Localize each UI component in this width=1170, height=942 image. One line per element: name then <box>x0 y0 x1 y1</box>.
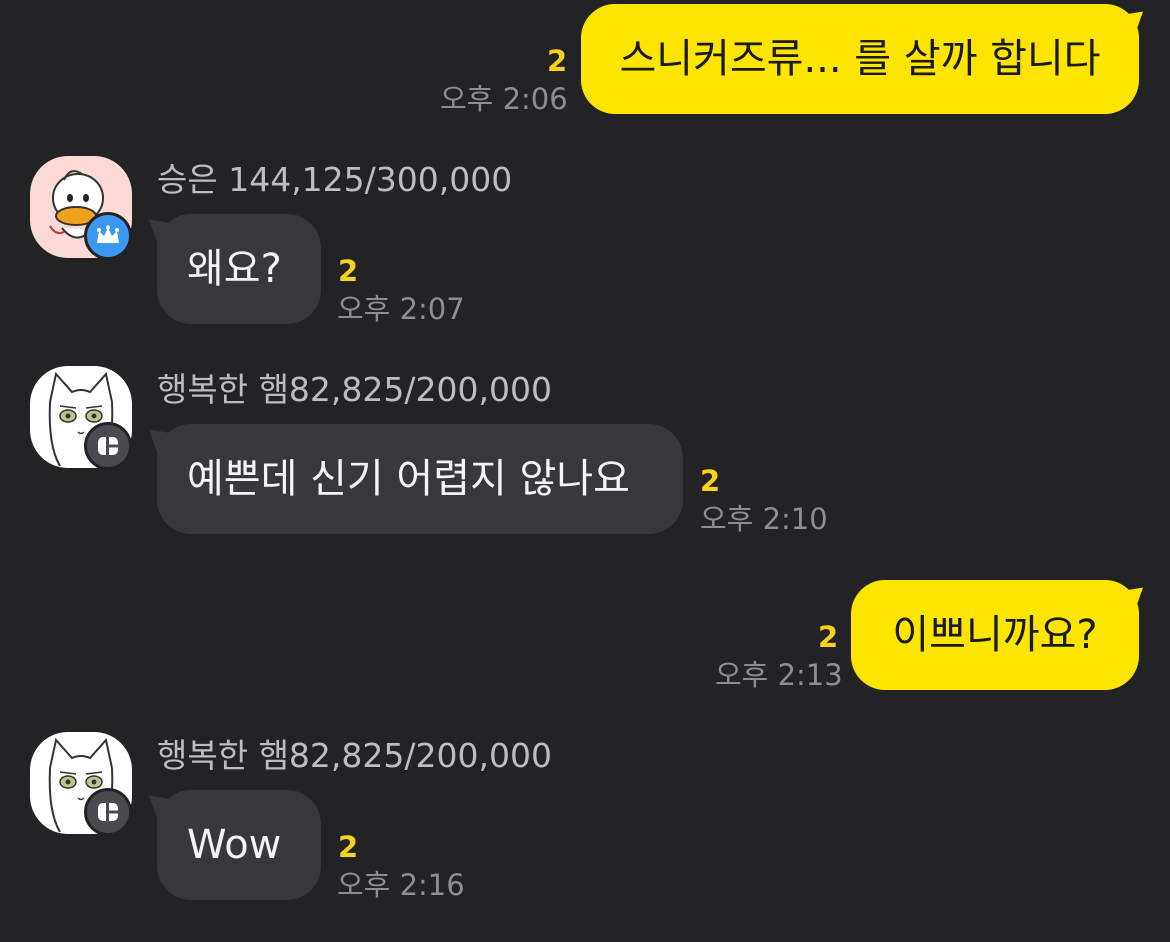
message-bubble[interactable]: Wow <box>157 790 321 900</box>
sender-name: 행복한 햄82,825/200,000 <box>157 370 552 409</box>
message-text: Wow <box>187 822 282 868</box>
sender-name: 행복한 햄82,825/200,000 <box>157 736 552 775</box>
unread-count: 2 <box>547 44 568 78</box>
message-text: 스니커즈류... 를 살까 합니다 <box>619 36 1101 82</box>
message-timestamp: 오후 2:16 <box>337 868 465 902</box>
sender-name: 승은 144,125/300,000 <box>157 160 513 199</box>
message-timestamp: 오후 2:10 <box>700 502 828 536</box>
host-icon <box>84 788 132 836</box>
unread-count: 2 <box>338 830 359 864</box>
crown-icon <box>84 212 132 260</box>
message-text: 이쁘니까요? <box>892 612 1098 658</box>
unread-count: 2 <box>818 620 839 654</box>
message-timestamp: 오후 2:13 <box>715 658 843 692</box>
message-bubble[interactable]: 왜요? <box>157 214 321 324</box>
message-bubble[interactable]: 이쁘니까요? <box>851 580 1139 690</box>
message-bubble[interactable]: 예쁜데 신기 어렵지 않나요 <box>157 424 683 534</box>
message-text: 예쁜데 신기 어렵지 않나요 <box>187 456 630 502</box>
message-timestamp: 오후 2:06 <box>440 82 568 116</box>
unread-count: 2 <box>338 254 359 288</box>
unread-count: 2 <box>700 464 721 498</box>
message-bubble[interactable]: 스니커즈류... 를 살까 합니다 <box>581 4 1139 114</box>
message-text: 왜요? <box>187 246 282 292</box>
host-icon <box>84 422 132 470</box>
message-timestamp: 오후 2:07 <box>337 292 465 326</box>
